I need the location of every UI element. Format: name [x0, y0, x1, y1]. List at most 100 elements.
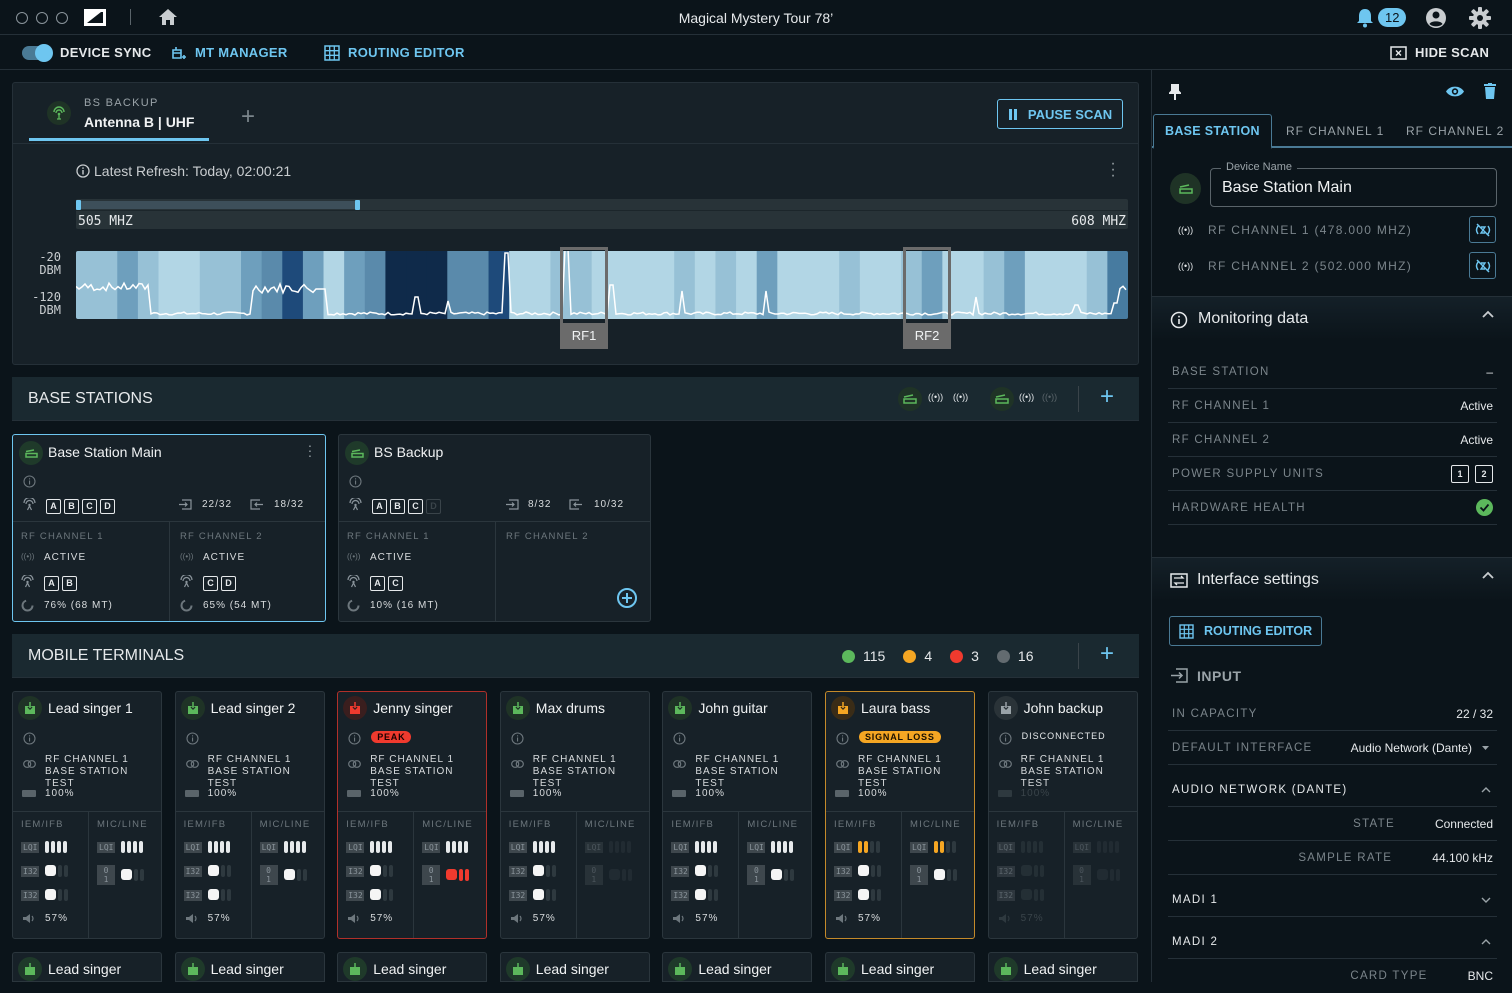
level-meter-bar — [383, 865, 388, 877]
chevron-down-icon[interactable] — [1481, 897, 1497, 903]
mobile-terminal-card[interactable]: Laura bass SIGNAL LOSS RF CHANNEL 1 BASE … — [825, 691, 975, 939]
rf-channel-icon[interactable]: ((•)) — [928, 392, 943, 402]
volume-icon — [347, 913, 359, 924]
rf-channel-2-section[interactable]: RF CHANNEL 2 — [496, 522, 652, 622]
tab-rf-channel-1[interactable]: RF CHANNEL 1 — [1286, 124, 1384, 138]
rf-marker-1[interactable]: RF1 — [560, 247, 609, 349]
dante-section-header[interactable]: AUDIO NETWORK (DANTE) — [1168, 773, 1497, 807]
status-count[interactable]: 16 — [996, 648, 1034, 664]
tab-antenna-b[interactable]: BS BACKUP Antenna B | UHF — [29, 83, 209, 141]
signal-bar — [57, 841, 61, 853]
rf-off-toggle-button[interactable] — [1469, 252, 1496, 279]
rf-channel-inactive-icon[interactable]: ((•)) — [1042, 392, 1057, 402]
mobile-terminal-card[interactable]: Jenny singer PEAK RF CHANNEL 1 BASE STATI… — [337, 691, 488, 939]
pause-scan-button[interactable]: PAUSE SCAN — [997, 99, 1123, 129]
spectrum-band — [96, 251, 118, 319]
mobile-terminal-card[interactable]: John guitar RF CHANNEL 1 BASE STATION TES… — [662, 691, 813, 939]
hide-scan-button[interactable]: HIDE SCAN — [1390, 35, 1489, 70]
spectrum-band — [880, 251, 902, 319]
mobile-terminal-card[interactable]: Lead singer — [174, 952, 325, 982]
mobile-terminal-card[interactable]: Lead singer — [337, 952, 488, 982]
mobile-terminal-card[interactable]: Lead singer 2 RF CHANNEL 1 BASE STATION T… — [174, 691, 325, 939]
base-station-icon[interactable] — [898, 387, 922, 411]
level-meter-block — [283, 869, 295, 880]
volume-icon — [510, 913, 522, 924]
device-sync-toggle[interactable]: DEVICE SYNC — [22, 35, 151, 70]
chevron-up-icon[interactable] — [1482, 571, 1494, 579]
mic-line-label: MIC/LINE — [97, 819, 148, 830]
mt-manager-button[interactable]: MT MANAGER — [171, 35, 288, 70]
mobile-terminal-card[interactable]: John backup DISCONNECTED RF CHANNEL 1 BAS… — [987, 691, 1138, 939]
status-count[interactable]: 4 — [903, 648, 932, 664]
battery-icon — [997, 790, 1012, 797]
level-meter-bar — [1109, 869, 1114, 881]
mobile-terminal-card[interactable]: Lead singer — [825, 952, 975, 982]
rf-off-toggle-button[interactable] — [1469, 216, 1496, 243]
interface-section-header[interactable]: Interface settings — [1152, 557, 1512, 601]
volume-icon — [672, 913, 684, 924]
range-selection[interactable] — [76, 201, 361, 209]
chevron-up-icon[interactable] — [1481, 786, 1497, 793]
toggle-switch[interactable] — [22, 43, 53, 62]
mic-level-meter: 0 1 — [747, 865, 795, 885]
iem-lqi-meter: LQI — [346, 841, 393, 853]
mobile-terminal-name: Lead singer 1 — [48, 700, 133, 716]
routing-editor-panel-button[interactable]: ROUTING EDITOR — [1169, 616, 1322, 646]
routing-editor-button[interactable]: ROUTING EDITOR — [324, 35, 465, 70]
base-station-icon[interactable] — [990, 387, 1014, 411]
notification-count-badge[interactable]: 12 — [1378, 8, 1407, 27]
status-count[interactable]: 3 — [950, 648, 979, 664]
rf-channel-load: 10% (16 MT) — [370, 600, 439, 611]
mobile-terminal-card[interactable]: Lead singer — [987, 952, 1138, 982]
rf-marker-label: RF2 — [903, 323, 952, 349]
mic-lqi-meter: LQI — [1072, 841, 1119, 853]
mobile-terminal-card[interactable]: Max drums RF CHANNEL 1 BASE STATION TEST … — [499, 691, 650, 939]
rf-channel-2-section[interactable]: RF CHANNEL 2 ((•)) ACTIVE C D 65% (54 MT) — [170, 522, 326, 622]
bell-icon[interactable] — [1356, 8, 1374, 28]
more-options-icon[interactable]: · · · — [1109, 156, 1117, 184]
chevron-up-icon[interactable] — [1482, 310, 1494, 318]
mobile-terminal-card[interactable]: Lead singer — [499, 952, 650, 982]
rf-marker-2[interactable]: RF2 — [903, 247, 952, 349]
monitoring-section-header[interactable]: Monitoring data — [1152, 296, 1512, 340]
device-name-value[interactable]: Base Station Main — [1222, 179, 1352, 197]
add-rf-channel-button[interactable] — [617, 588, 637, 608]
link-channel: RF CHANNEL 1 — [45, 754, 129, 765]
account-icon[interactable] — [1425, 7, 1447, 29]
base-station-card[interactable]: Base Station Main · · · ABCD 22/32 18/32 R… — [12, 434, 326, 622]
rf-channel-icon[interactable]: ((•)) — [1019, 392, 1034, 402]
settings-gear-icon[interactable] — [1469, 7, 1491, 29]
delete-trash-icon[interactable] — [1484, 83, 1496, 99]
add-mobile-terminal-button[interactable]: + — [1100, 640, 1114, 668]
i32-tag: I32 — [834, 865, 852, 877]
link-channel: RF CHANNEL 1 — [858, 754, 942, 765]
more-options-icon[interactable]: · · · — [307, 438, 313, 462]
pin-icon[interactable] — [1169, 84, 1181, 100]
chevron-up-icon[interactable] — [1481, 938, 1497, 945]
mobile-terminal-card[interactable]: Lead singer 1 RF CHANNEL 1 BASE STATION T… — [12, 691, 162, 939]
range-start-handle[interactable] — [76, 200, 81, 210]
mobile-terminal-card[interactable]: Lead singer — [12, 952, 162, 982]
volume-level: 57% — [695, 913, 719, 924]
eye-icon[interactable] — [1445, 85, 1465, 98]
default-interface-select[interactable]: Audio Network (Dante) — [1351, 741, 1497, 755]
rf-channel-icon[interactable]: ((•)) — [953, 392, 968, 402]
madi-2-section-header[interactable]: MADI 2 — [1168, 925, 1497, 959]
madi-1-section-header[interactable]: MADI 1 — [1168, 883, 1497, 917]
tab-rf-channel-2[interactable]: RF CHANNEL 2 — [1406, 124, 1504, 138]
add-base-station-button[interactable]: + — [1100, 383, 1114, 411]
range-end-handle[interactable] — [355, 200, 361, 210]
rf-channel-1-section[interactable]: RF CHANNEL 1 ((•)) ACTIVE AB 76% (68 MT) — [13, 522, 170, 622]
base-station-card[interactable]: BS Backup ABCD 8/32 10/32 RF CHANNEL 1 (… — [338, 434, 651, 622]
signal-bar — [876, 841, 880, 853]
device-name-field[interactable]: Device Name Base Station Main — [1210, 161, 1497, 207]
status-count[interactable]: 115 — [842, 648, 885, 664]
input-icon — [179, 499, 192, 510]
rf-channel-1-section[interactable]: RF CHANNEL 1 ((•)) ACTIVE AC 10% (16 MT) — [339, 522, 496, 622]
signal-bar — [701, 841, 706, 853]
mobile-terminal-card[interactable]: Lead singer — [662, 952, 813, 982]
link-icon — [510, 760, 524, 768]
madi-2-label: MADI 2 — [1172, 935, 1219, 948]
add-tab-button[interactable]: + — [241, 103, 255, 131]
tab-base-station[interactable]: BASE STATION — [1165, 124, 1260, 138]
